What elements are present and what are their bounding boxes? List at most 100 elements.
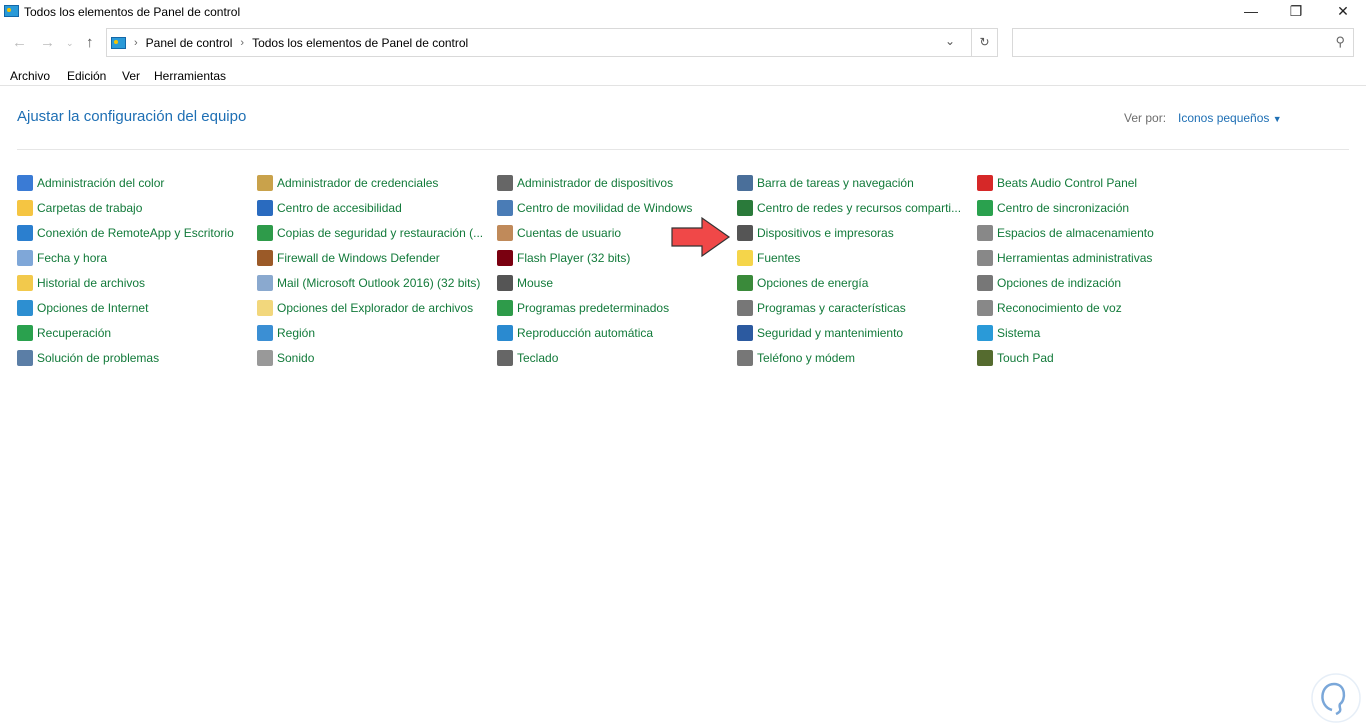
control-panel-item[interactable]: Opciones del Explorador de archivos [257, 300, 473, 316]
control-panel-item[interactable]: Programas y características [737, 300, 906, 316]
control-panel-item[interactable]: Copias de seguridad y restauración (... [257, 225, 483, 241]
control-panel-item[interactable]: Carpetas de trabajo [17, 200, 142, 216]
control-panel-item[interactable]: Opciones de energía [737, 275, 868, 291]
item-label: Sistema [997, 326, 1041, 340]
control-panel-item[interactable]: Reconocimiento de voz [977, 300, 1122, 316]
item-icon [977, 200, 993, 216]
control-panel-item[interactable]: Seguridad y mantenimiento [737, 325, 903, 341]
control-panel-item[interactable]: Reproducción automática [497, 325, 653, 341]
item-icon [977, 175, 993, 191]
item-label: Programas predeterminados [517, 301, 670, 315]
breadcrumb-item[interactable]: Todos los elementos de Panel de control [252, 36, 468, 50]
menu-ver[interactable]: Ver [122, 69, 140, 83]
recent-dropdown-icon[interactable]: ⌄ [66, 38, 74, 49]
item-icon [737, 225, 753, 241]
item-label: Teléfono y módem [757, 351, 856, 365]
item-label: Centro de redes y recursos comparti... [757, 201, 962, 215]
control-panel-item[interactable]: Herramientas administrativas [977, 250, 1152, 266]
item-icon [737, 275, 753, 291]
control-panel-item[interactable]: Teclado [497, 350, 558, 366]
control-panel-item[interactable]: Espacios de almacenamiento [977, 225, 1154, 241]
item-label: Beats Audio Control Panel [997, 176, 1138, 190]
item-icon [497, 250, 513, 266]
refresh-icon[interactable]: ↻ [972, 28, 998, 57]
control-panel-item[interactable]: Centro de sincronización [977, 200, 1129, 216]
control-panel-item[interactable]: Administración del color [17, 175, 164, 191]
control-panel-item[interactable]: Fuentes [737, 250, 800, 266]
control-panel-item[interactable]: Mouse [497, 275, 553, 291]
control-panel-item[interactable]: Teléfono y módem [737, 350, 855, 366]
control-panel-item[interactable]: Centro de redes y recursos comparti... [737, 200, 961, 216]
control-panel-item[interactable]: Opciones de indización [977, 275, 1121, 291]
item-label: Administrador de credenciales [277, 176, 439, 190]
item-label: Opciones del Explorador de archivos [277, 301, 474, 315]
window-title: Todos los elementos de Panel de control [24, 5, 241, 19]
control-panel-item[interactable]: Centro de accesibilidad [257, 200, 402, 216]
menu-edicion[interactable]: Edición [67, 69, 106, 83]
item-label: Región [277, 326, 316, 340]
item-label: Centro de accesibilidad [277, 201, 402, 215]
control-panel-item[interactable]: Mail (Microsoft Outlook 2016) (32 bits) [257, 275, 480, 291]
menu-archivo[interactable]: Archivo [10, 69, 50, 83]
control-panel-item[interactable]: Dispositivos e impresoras [737, 225, 894, 241]
item-icon [17, 250, 33, 266]
item-icon [17, 300, 33, 316]
control-panel-item[interactable]: Historial de archivos [17, 275, 145, 291]
item-label: Teclado [517, 351, 559, 365]
control-panel-item[interactable]: Touch Pad [977, 350, 1054, 366]
control-panel-item[interactable]: Administrador de credenciales [257, 175, 438, 191]
up-icon[interactable]: ↑ [86, 34, 94, 51]
control-panel-item[interactable]: Fecha y hora [17, 250, 107, 266]
control-panel-item[interactable]: Firewall de Windows Defender [257, 250, 440, 266]
control-panel-item[interactable]: Sonido [257, 350, 314, 366]
control-panel-item[interactable]: Sistema [977, 325, 1040, 341]
item-label: Conexión de RemoteApp y Escritorio [37, 226, 234, 240]
control-panel-item[interactable]: Recuperación [17, 325, 111, 341]
breadcrumb-item[interactable]: Panel de control [146, 36, 233, 50]
control-panel-item[interactable]: Flash Player (32 bits) [497, 250, 630, 266]
search-input[interactable]: ⚲ [1012, 28, 1354, 57]
forward-icon[interactable]: → [40, 34, 55, 51]
item-icon [737, 350, 753, 366]
control-panel-item[interactable]: Centro de movilidad de Windows [497, 200, 692, 216]
control-panel-item[interactable]: Opciones de Internet [17, 300, 148, 316]
minimize-button[interactable]: — [1228, 0, 1274, 22]
item-label: Carpetas de trabajo [37, 201, 143, 215]
item-label: Solución de problemas [37, 351, 160, 365]
item-icon [257, 275, 273, 291]
item-icon [257, 225, 273, 241]
page-title: Ajustar la configuración del equipo [17, 108, 247, 125]
restore-button[interactable]: ❐ [1273, 0, 1319, 22]
item-icon [17, 275, 33, 291]
chevron-down-icon[interactable]: ⌄ [945, 34, 955, 48]
control-panel-item[interactable]: Administrador de dispositivos [497, 175, 673, 191]
item-icon [257, 350, 273, 366]
item-icon [977, 350, 993, 366]
chevron-right-icon: › [134, 36, 138, 49]
control-panel-item[interactable]: Barra de tareas y navegación [737, 175, 914, 191]
item-icon [257, 175, 273, 191]
control-panel-item[interactable]: Conexión de RemoteApp y Escritorio [17, 225, 234, 241]
view-by-dropdown[interactable]: Iconos pequeños ▼ [1178, 111, 1282, 125]
menu-herramientas[interactable]: Herramientas [154, 69, 226, 83]
item-label: Opciones de indización [997, 276, 1122, 290]
item-label: Firewall de Windows Defender [277, 251, 440, 265]
item-icon [977, 325, 993, 341]
caret-down-icon: ▼ [1272, 114, 1282, 124]
address-bar[interactable]: › Panel de control › Todos los elementos… [106, 28, 972, 57]
close-button[interactable]: ✕ [1320, 0, 1366, 22]
control-panel-item[interactable]: Región [257, 325, 315, 341]
item-label: Administrador de dispositivos [517, 176, 674, 190]
item-label: Cuentas de usuario [517, 226, 622, 240]
item-label: Herramientas administrativas [997, 251, 1153, 265]
back-icon[interactable]: ← [12, 34, 27, 51]
item-label: Reproducción automática [517, 326, 654, 340]
control-panel-item[interactable]: Solución de problemas [17, 350, 159, 366]
control-panel-item[interactable]: Programas predeterminados [497, 300, 669, 316]
control-panel-item[interactable]: Beats Audio Control Panel [977, 175, 1137, 191]
item-label: Mouse [517, 276, 554, 290]
item-icon [737, 325, 753, 341]
item-label: Programas y características [757, 301, 906, 315]
control-panel-item[interactable]: Cuentas de usuario [497, 225, 621, 241]
item-icon [977, 275, 993, 291]
